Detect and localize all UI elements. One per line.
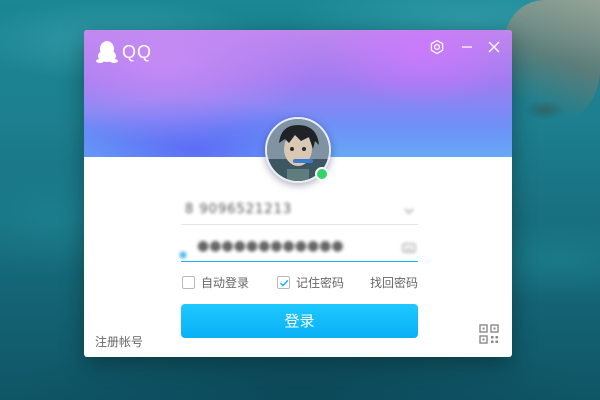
- qq-login-window: QQ 8 9096521213 ●●●●●●●●●●●● 自动登录 记住密码 找…: [84, 30, 512, 357]
- close-button[interactable]: [486, 39, 502, 55]
- password-field[interactable]: ●●●●●●●●●●●●: [179, 236, 418, 262]
- settings-icon: [430, 39, 444, 55]
- checkmark-icon: [279, 279, 289, 287]
- minimize-button[interactable]: [459, 39, 475, 55]
- brand: QQ: [96, 40, 152, 64]
- qr-login-button[interactable]: [479, 324, 499, 344]
- keyboard-icon[interactable]: [402, 241, 416, 255]
- qr-code-icon: [479, 324, 499, 344]
- minimize-icon: [462, 46, 472, 48]
- account-value: 8 9096521213: [185, 202, 293, 217]
- account-dropdown-icon[interactable]: [402, 204, 416, 218]
- remember-password-label: 记住密码: [296, 275, 345, 290]
- avatar-button[interactable]: [265, 117, 331, 183]
- remember-password-checkbox[interactable]: [277, 275, 290, 289]
- auto-login-checkbox[interactable]: [182, 275, 195, 289]
- register-account-link[interactable]: 注册帐号: [95, 333, 143, 350]
- password-value: ●●●●●●●●●●●●: [197, 238, 344, 254]
- close-icon: [488, 41, 500, 53]
- settings-button[interactable]: [429, 39, 445, 55]
- login-button[interactable]: 登录: [181, 304, 418, 338]
- penguin-logo-icon: [96, 40, 118, 64]
- online-status-dot: [315, 167, 329, 181]
- auto-login-label: 自动登录: [201, 275, 250, 290]
- find-password-link[interactable]: 找回密码: [370, 273, 418, 291]
- brand-text: QQ: [122, 41, 153, 62]
- auto-login-option[interactable]: 自动登录: [182, 273, 249, 291]
- account-field[interactable]: 8 9096521213: [181, 199, 418, 225]
- password-lead-icon: [179, 244, 187, 259]
- remember-password-option[interactable]: 记住密码: [277, 273, 344, 291]
